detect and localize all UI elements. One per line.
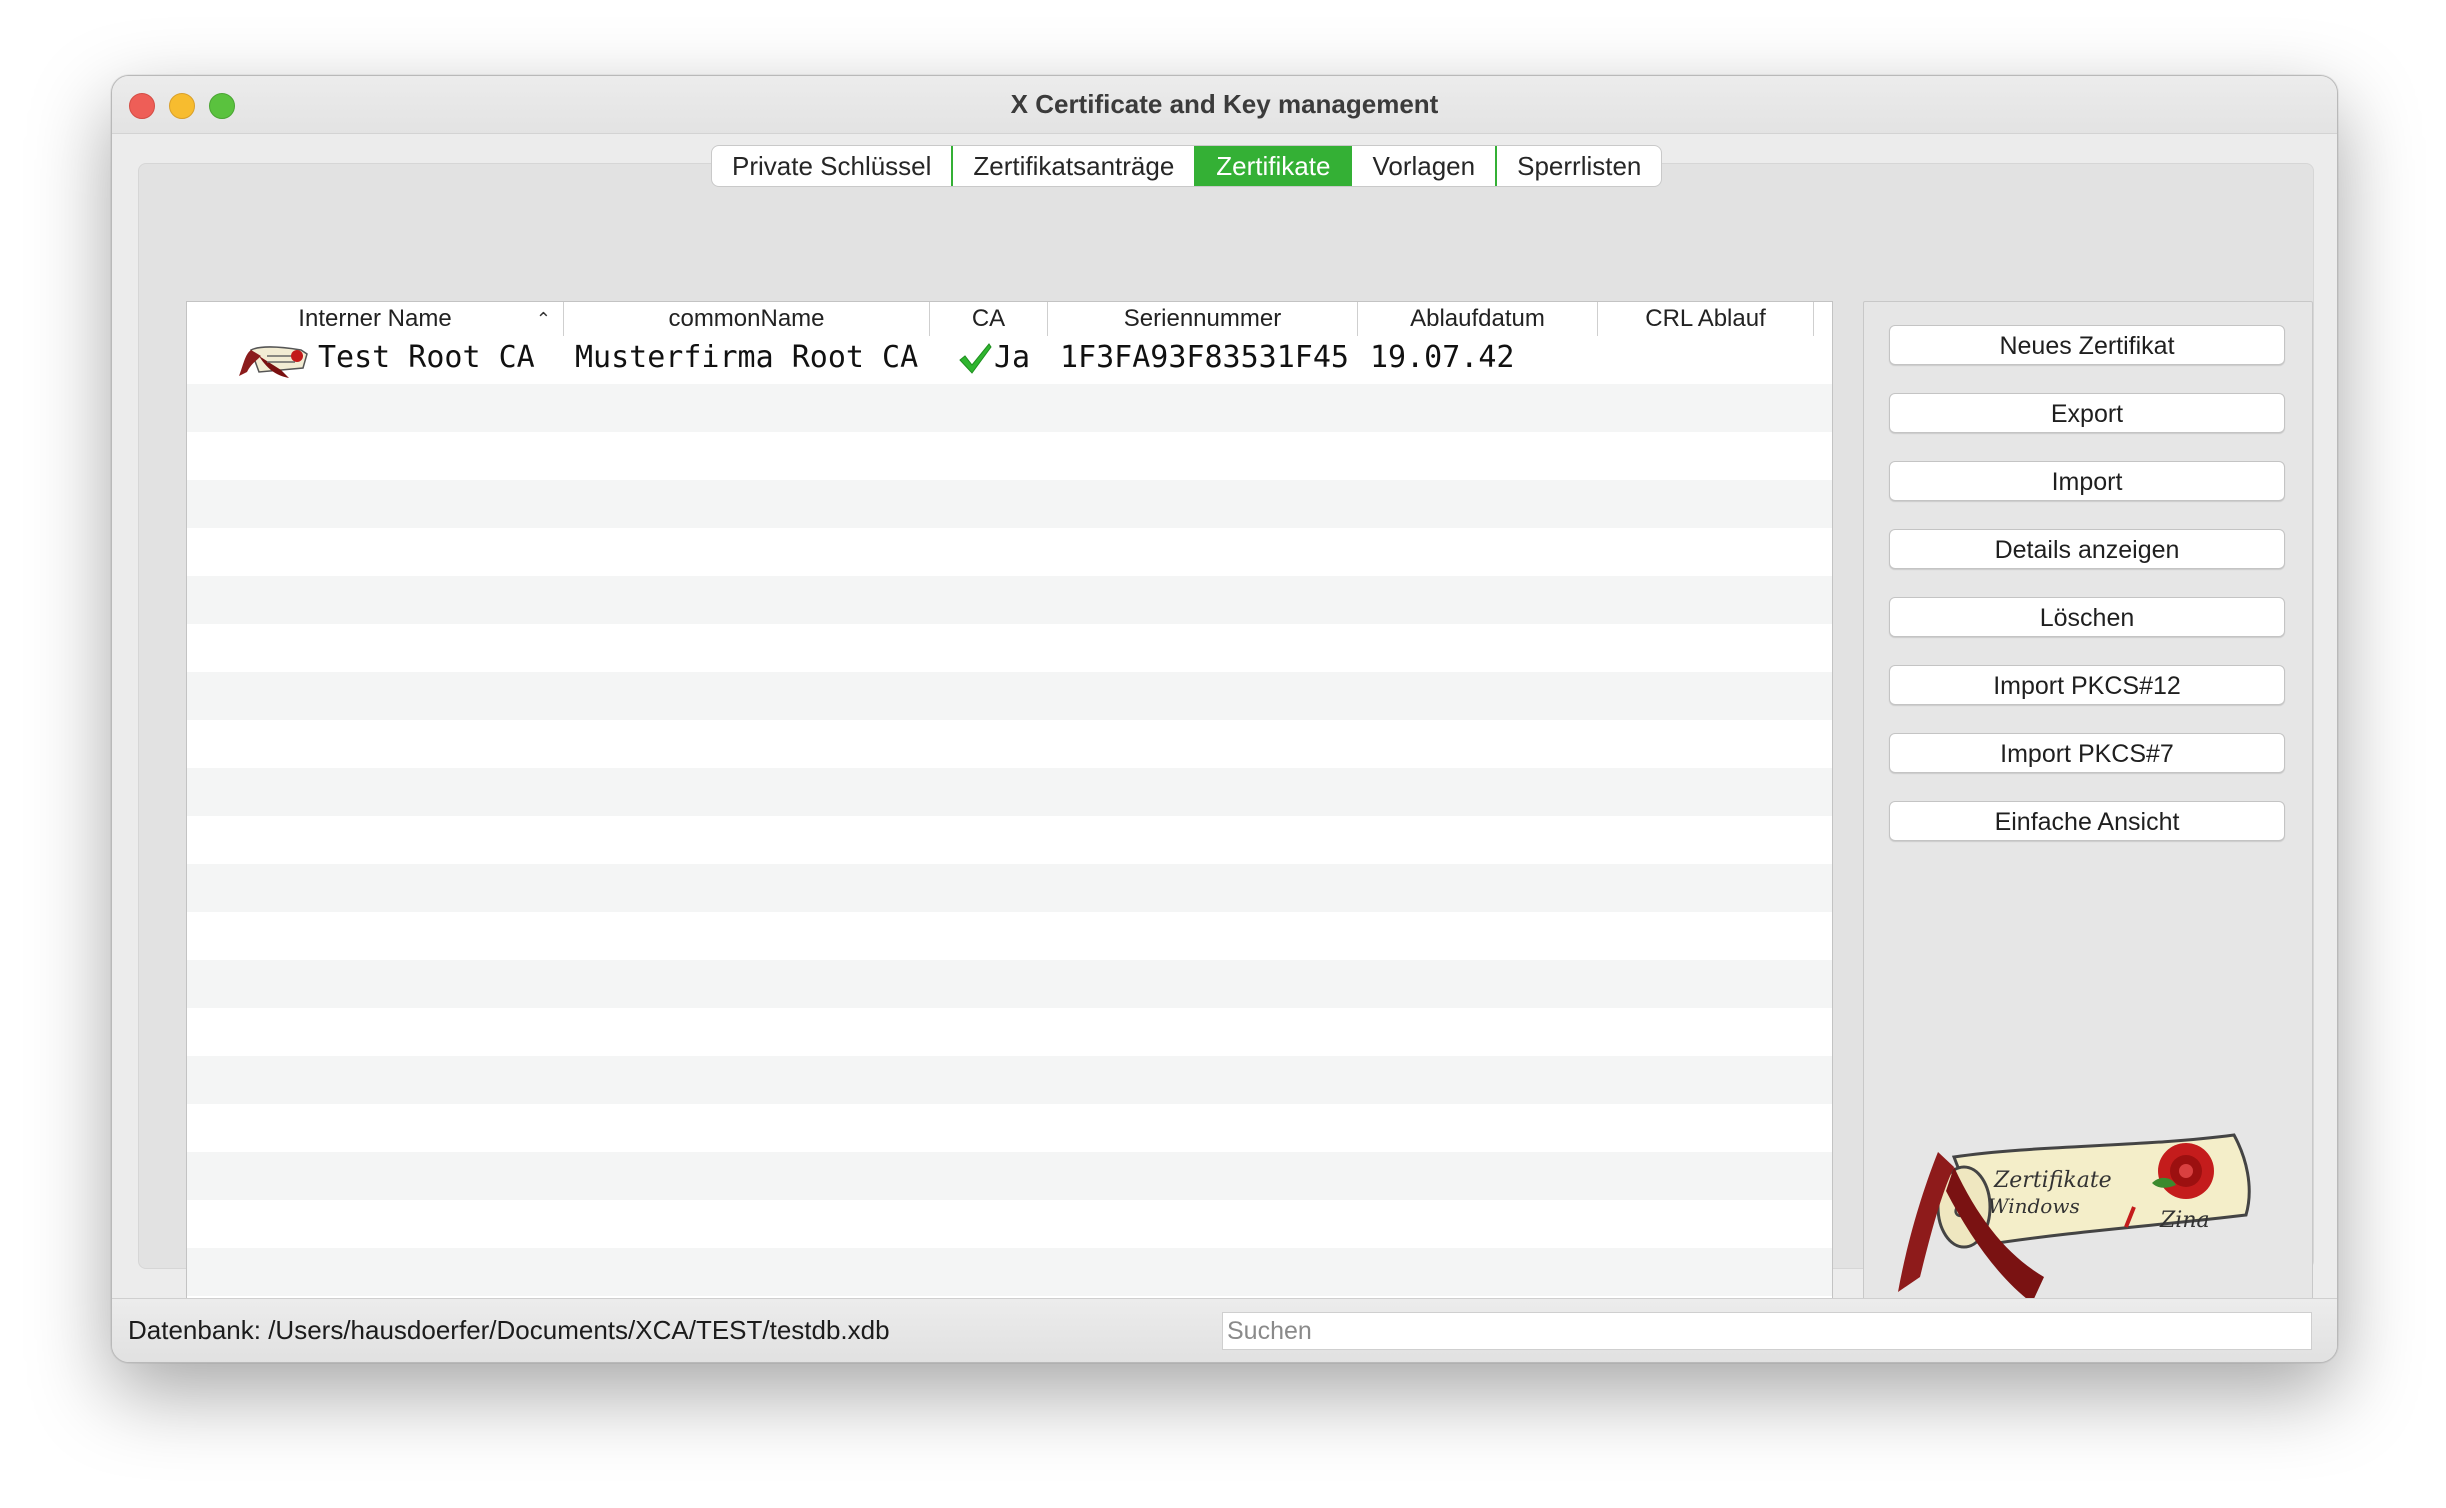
cell-serial: 1F3FA93F83531F45 xyxy=(1060,340,1349,375)
empty-table-row xyxy=(187,1200,1832,1248)
cell-expiry: 19.07.42 xyxy=(1370,340,1515,375)
import-button[interactable]: Import xyxy=(1889,461,2285,501)
tab-certificates[interactable]: Zertifikate xyxy=(1196,146,1353,186)
main-window: X Certificate and Key management Private… xyxy=(111,75,2338,1363)
column-header-common-name[interactable]: commonName xyxy=(564,302,930,336)
import-pkcs7-button[interactable]: Import PKCS#7 xyxy=(1889,733,2285,773)
title-bar[interactable]: X Certificate and Key management xyxy=(112,76,2337,134)
empty-table-row xyxy=(187,1248,1832,1296)
column-header-ca[interactable]: CA xyxy=(930,302,1048,336)
empty-table-row xyxy=(187,1008,1832,1056)
empty-table-row xyxy=(187,672,1832,720)
table-body: Test Root CA Musterfirma Root CA Ja 1F3F… xyxy=(187,336,1832,1337)
logo-text-line2: Windows xyxy=(1988,1194,2080,1218)
window-title: X Certificate and Key management xyxy=(1010,89,1439,119)
column-header-label: Interner Name xyxy=(298,305,452,332)
status-bar: Datenbank: /Users/hausdoerfer/Documents/… xyxy=(112,1298,2337,1362)
empty-table-row xyxy=(187,528,1832,576)
tab-templates[interactable]: Vorlagen xyxy=(1352,146,1498,186)
certificate-icon xyxy=(237,342,313,380)
empty-table-row xyxy=(187,960,1832,1008)
empty-table-row xyxy=(187,1056,1832,1104)
simple-view-button[interactable]: Einfache Ansicht xyxy=(1889,801,2285,841)
empty-table-row xyxy=(187,768,1832,816)
empty-table-row xyxy=(187,576,1832,624)
empty-table-row xyxy=(187,384,1832,432)
empty-table-row xyxy=(187,624,1832,672)
empty-table-row xyxy=(187,912,1832,960)
empty-table-row xyxy=(187,480,1832,528)
sort-ascending-icon: ⌃ xyxy=(535,309,551,329)
checkmark-icon xyxy=(957,340,993,376)
search-input[interactable] xyxy=(1222,1312,2312,1350)
column-header-crl-expiry[interactable]: CRL Ablauf xyxy=(1598,302,1814,336)
export-button[interactable]: Export xyxy=(1889,393,2285,433)
import-pkcs12-button[interactable]: Import PKCS#12 xyxy=(1889,665,2285,705)
logo-text-line1: Zertifikate xyxy=(1993,1168,2112,1193)
empty-table-row xyxy=(187,816,1832,864)
empty-table-row xyxy=(187,720,1832,768)
cell-internal-name: Test Root CA xyxy=(318,340,535,375)
delete-button[interactable]: Löschen xyxy=(1889,597,2285,637)
action-panel: Neues Zertifikat Export Import Details a… xyxy=(1863,301,2313,1338)
cell-ca: Ja xyxy=(994,340,1031,375)
tab-bar: Private Schlüssel Zertifikatsanträge Zer… xyxy=(711,145,1663,187)
new-certificate-button[interactable]: Neues Zertifikat xyxy=(1889,325,2285,365)
empty-table-row xyxy=(187,1152,1832,1200)
cell-common-name: Musterfirma Root CA xyxy=(575,340,919,375)
column-header-expiry[interactable]: Ablaufdatum xyxy=(1358,302,1598,336)
empty-table-row xyxy=(187,432,1832,480)
tab-private-keys[interactable]: Private Schlüssel xyxy=(712,146,954,186)
empty-table-row xyxy=(187,864,1832,912)
table-row[interactable]: Test Root CA Musterfirma Root CA Ja 1F3F… xyxy=(187,336,1832,384)
tab-content-pane: Interner Name ⌃ commonName CA Seriennumm… xyxy=(138,163,2314,1338)
tab-revocation-lists[interactable]: Sperrlisten xyxy=(1497,146,1661,186)
show-details-button[interactable]: Details anzeigen xyxy=(1889,529,2285,569)
certificate-table[interactable]: Interner Name ⌃ commonName CA Seriennumm… xyxy=(186,301,1833,1338)
column-header-serial[interactable]: Seriennummer xyxy=(1048,302,1358,336)
logo-text-line3: Zina xyxy=(2159,1208,2210,1233)
tab-certificate-requests[interactable]: Zertifikatsanträge xyxy=(953,146,1197,186)
database-path-label: Datenbank: /Users/hausdoerfer/Documents/… xyxy=(128,1315,890,1345)
empty-table-row xyxy=(187,1104,1832,1152)
column-header-internal-name[interactable]: Interner Name ⌃ xyxy=(187,302,564,336)
table-header: Interner Name ⌃ commonName CA Seriennumm… xyxy=(187,302,1832,337)
scroll-logo-icon: Zertifikate Windows Zina xyxy=(1894,1127,2264,1307)
